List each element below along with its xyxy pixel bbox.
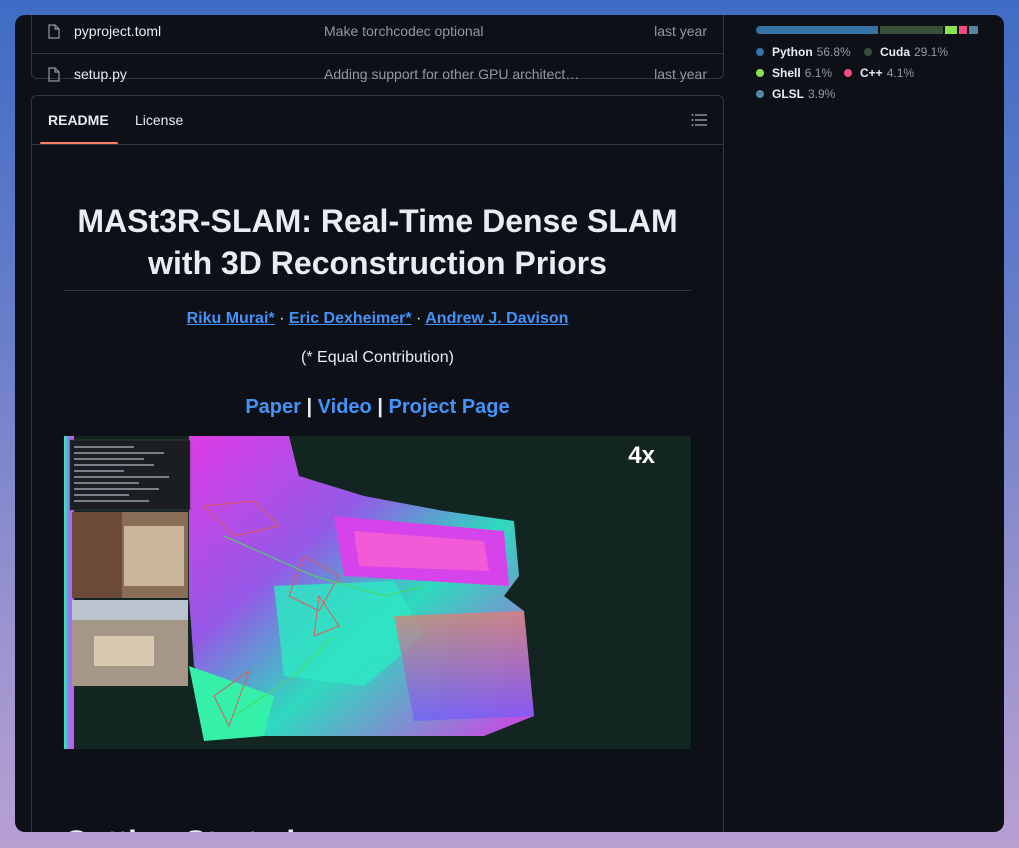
browser-window: pyproject.toml Make torchcodec optional … [15, 15, 1004, 832]
language-bar-segment [945, 26, 957, 34]
link-separator: | [377, 396, 383, 418]
equal-contribution-note: (* Equal Contribution) [301, 349, 454, 366]
language-bar-segment [880, 26, 943, 34]
language-shell[interactable]: Shell 6.1% [756, 66, 832, 80]
language-dot [756, 48, 764, 56]
language-bar [756, 26, 980, 34]
language-dot [756, 90, 764, 98]
file-name[interactable]: pyproject.toml [74, 23, 161, 39]
file-row[interactable]: setup.py Adding support for other GPU ar… [32, 53, 723, 94]
playback-speed-label: 4x [628, 442, 655, 469]
demo-animation[interactable]: 4x [64, 436, 691, 749]
language-dot [756, 69, 764, 77]
language-dot [864, 48, 872, 56]
readme-title: MASt3R-SLAM: Real-Time Dense SLAM with 3… [77, 203, 678, 281]
getting-started-heading: Getting Started [64, 824, 295, 832]
author-link[interactable]: Andrew J. Davison [425, 310, 568, 327]
commit-message[interactable]: Make torchcodec optional [324, 23, 584, 39]
language-cuda[interactable]: Cuda 29.1% [864, 45, 948, 59]
language-percent: 4.1% [886, 66, 915, 80]
author-separator: · [416, 310, 422, 327]
language-bar-segment [756, 26, 878, 34]
file-icon [48, 23, 60, 39]
commit-time: last year [654, 66, 707, 82]
language-percent: 29.1% [914, 45, 949, 59]
outline-list-icon[interactable] [691, 113, 707, 127]
language-name: Cuda [880, 45, 910, 59]
language-name: Shell [772, 66, 801, 80]
language-dot [844, 69, 852, 77]
title-divider [64, 290, 691, 291]
language-percent: 56.8% [816, 45, 851, 59]
author-separator: · [279, 310, 285, 327]
readme-panel: README License MASt3R-SLAM: Real-Time De… [31, 95, 724, 832]
readme-tabs: README License [32, 96, 723, 145]
active-tab-indicator [40, 142, 118, 144]
author-link[interactable]: Eric Dexheimer* [289, 310, 412, 327]
project-page-link[interactable]: Project Page [388, 396, 509, 418]
language-percent: 3.9% [808, 87, 836, 101]
language-cpp[interactable]: C++ 4.1% [844, 66, 914, 80]
video-link[interactable]: Video [318, 396, 372, 418]
language-percent: 6.1% [804, 66, 833, 80]
language-name: GLSL [772, 87, 804, 101]
file-icon [48, 66, 60, 82]
author-link[interactable]: Riku Murai* [187, 310, 275, 327]
reconstruction-image [64, 436, 691, 749]
commit-message[interactable]: Adding support for other GPU architect… [324, 66, 584, 82]
language-name: C++ [860, 66, 883, 80]
language-bar-segment [969, 26, 978, 34]
language-bar-segment [959, 26, 967, 34]
author-list: Riku Murai* · Eric Dexheimer* · Andrew J… [64, 310, 691, 328]
tab-readme[interactable]: README [48, 112, 109, 128]
tab-license[interactable]: License [135, 112, 183, 128]
file-name[interactable]: setup.py [74, 66, 127, 82]
language-python[interactable]: Python 56.8% [756, 45, 851, 59]
paper-link[interactable]: Paper [245, 396, 301, 418]
commit-time: last year [654, 23, 707, 39]
language-name: Python [772, 45, 813, 59]
resource-links: Paper | Video | Project Page [64, 396, 691, 419]
link-separator: | [306, 396, 313, 418]
file-list: pyproject.toml Make torchcodec optional … [31, 15, 724, 82]
language-glsl[interactable]: GLSL 3.9% [756, 87, 835, 101]
file-row[interactable]: pyproject.toml Make torchcodec optional … [32, 15, 723, 51]
